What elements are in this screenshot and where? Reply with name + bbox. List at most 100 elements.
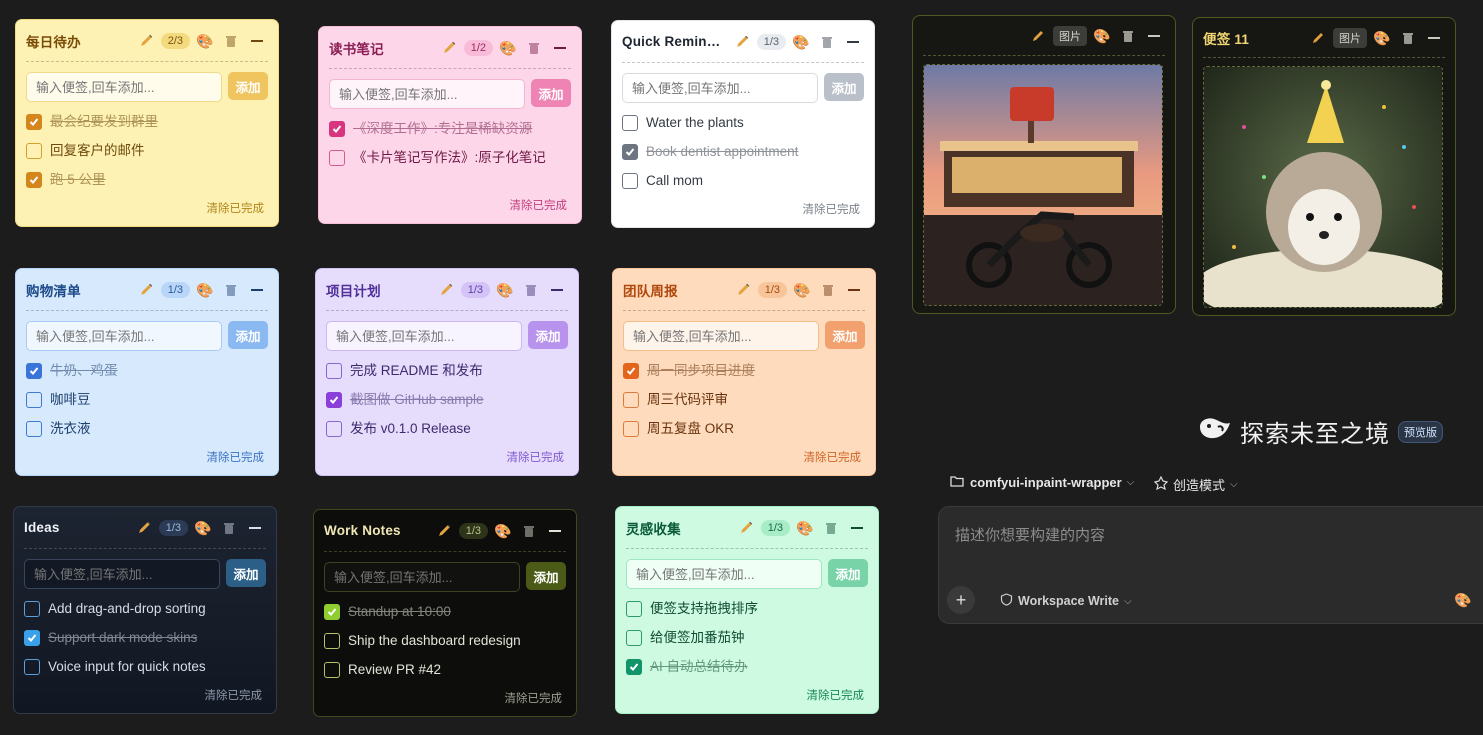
note-card[interactable]: Quick Reminders 1/3🎨 添加 Water the plants Boo…: [611, 20, 875, 228]
note-input[interactable]: [324, 562, 520, 592]
palette-icon[interactable]: 🎨: [497, 37, 519, 59]
minimize-icon[interactable]: [1143, 25, 1165, 47]
todo-item[interactable]: Review PR #42: [324, 660, 566, 679]
note-card[interactable]: 购物清单 1/3🎨 添加牛奶、鸡蛋咖啡豆洗衣液清除已完成: [15, 268, 279, 476]
todo-item[interactable]: Add drag-and-drop sorting: [24, 599, 266, 618]
checkbox[interactable]: [24, 659, 40, 675]
todo-item[interactable]: 最会纪要发到群里: [26, 112, 268, 131]
note-card[interactable]: Ideas 1/3🎨 添加 Add drag-and-drop sorting Supp…: [13, 506, 277, 714]
add-button[interactable]: 添加: [825, 321, 865, 349]
note-input[interactable]: [26, 72, 222, 102]
palette-icon[interactable]: 🎨: [791, 279, 813, 301]
note-title[interactable]: Ideas: [24, 520, 130, 535]
add-button[interactable]: 添加: [228, 321, 268, 349]
checked-checkbox[interactable]: [26, 363, 42, 379]
mode-selector[interactable]: 创造模式 ⌵: [1153, 475, 1238, 494]
checked-checkbox[interactable]: [626, 659, 642, 675]
minimize-icon[interactable]: [843, 279, 865, 301]
clear-completed-button[interactable]: 清除已完成: [205, 687, 263, 703]
todo-item[interactable]: Call mom: [622, 171, 864, 190]
note-title[interactable]: 项目计划: [326, 280, 432, 300]
edit-icon[interactable]: [136, 30, 158, 52]
minimize-icon[interactable]: [1423, 27, 1445, 49]
todo-item[interactable]: Support dark mode skins: [24, 628, 266, 647]
note-input[interactable]: [626, 559, 822, 589]
checked-checkbox[interactable]: [324, 604, 340, 620]
note-input[interactable]: [26, 321, 222, 351]
note-card[interactable]: 项目计划 1/3🎨 添加完成 README 和发布截图做 GitHub sample…: [315, 268, 579, 476]
trash-icon[interactable]: [1117, 25, 1139, 47]
palette-icon[interactable]: 🎨: [192, 517, 214, 539]
trash-icon[interactable]: [817, 279, 839, 301]
edit-icon[interactable]: [736, 517, 758, 539]
todo-item[interactable]: 完成 README 和发布: [326, 361, 568, 380]
note-title[interactable]: 灵感收集: [626, 518, 732, 538]
note-title[interactable]: 读书笔记: [329, 38, 435, 58]
image-note-card[interactable]: 图片 🎨: [912, 15, 1176, 314]
add-button[interactable]: 添加: [531, 79, 571, 107]
todo-item[interactable]: 便签支持拖拽排序: [626, 599, 868, 618]
note-input[interactable]: [623, 321, 819, 351]
checkbox[interactable]: [622, 115, 638, 131]
checked-checkbox[interactable]: [26, 114, 42, 130]
trash-icon[interactable]: [820, 517, 842, 539]
todo-item[interactable]: 咖啡豆: [26, 390, 268, 409]
add-button[interactable]: 添加: [824, 73, 864, 101]
checkbox[interactable]: [623, 392, 639, 408]
prompt-composer[interactable]: 描述你想要构建的内容 + Workspace Write ⌵ 🎨: [938, 506, 1483, 624]
checked-checkbox[interactable]: [329, 121, 345, 137]
note-card[interactable]: 灵感收集 1/3🎨 添加便签支持拖拽排序给便签加番茄钟 AI 自动总结待办清除已完成: [615, 506, 879, 714]
trash-icon[interactable]: [816, 31, 838, 53]
note-input[interactable]: [329, 79, 525, 109]
todo-item[interactable]: 《卡片笔记写作法》:原子化笔记: [329, 148, 571, 167]
note-input[interactable]: [622, 73, 818, 103]
todo-item[interactable]: Water the plants: [622, 113, 864, 132]
todo-item[interactable]: 发布 v0.1.0 Release: [326, 419, 568, 438]
todo-item[interactable]: 回复客户的邮件: [26, 141, 268, 160]
trash-icon[interactable]: [523, 37, 545, 59]
checked-checkbox[interactable]: [623, 363, 639, 379]
checkbox[interactable]: [626, 630, 642, 646]
todo-item[interactable]: 跑 5 公里: [26, 170, 268, 189]
todo-item[interactable]: 周一同步项目进度: [623, 361, 865, 380]
checkbox[interactable]: [24, 601, 40, 617]
checked-checkbox[interactable]: [326, 392, 342, 408]
note-card[interactable]: 读书笔记 1/2🎨 添加《深度工作》:专注是稀缺资源《卡片笔记写作法》:原子化笔记清…: [318, 26, 582, 224]
todo-item[interactable]: Voice input for quick notes: [24, 657, 266, 676]
edit-icon[interactable]: [436, 279, 458, 301]
checked-checkbox[interactable]: [26, 172, 42, 188]
clear-completed-button[interactable]: 清除已完成: [207, 200, 265, 216]
todo-item[interactable]: Standup at 10:00: [324, 602, 566, 621]
edit-icon[interactable]: [434, 520, 456, 542]
checkbox[interactable]: [324, 662, 340, 678]
palette-icon[interactable]: 🎨: [492, 520, 514, 542]
palette-icon[interactable]: 🎨: [1454, 592, 1471, 609]
note-title[interactable]: 每日待办: [26, 31, 132, 51]
note-title[interactable]: 购物清单: [26, 280, 132, 300]
todo-item[interactable]: 给便签加番茄钟: [626, 628, 868, 647]
clear-completed-button[interactable]: 清除已完成: [804, 449, 862, 465]
note-input[interactable]: [326, 321, 522, 351]
minimize-icon[interactable]: [846, 517, 868, 539]
clear-completed-button[interactable]: 清除已完成: [807, 687, 865, 703]
edit-icon[interactable]: [732, 31, 754, 53]
checked-checkbox[interactable]: [622, 144, 638, 160]
add-button[interactable]: 添加: [528, 321, 568, 349]
clear-completed-button[interactable]: 清除已完成: [507, 449, 565, 465]
trash-icon[interactable]: [220, 30, 242, 52]
checkbox[interactable]: [623, 421, 639, 437]
minimize-icon[interactable]: [246, 279, 268, 301]
note-input[interactable]: [24, 559, 220, 589]
todo-item[interactable]: 周五复盘 OKR: [623, 419, 865, 438]
checkbox[interactable]: [329, 150, 345, 166]
checked-checkbox[interactable]: [24, 630, 40, 646]
trash-icon[interactable]: [220, 279, 242, 301]
note-title[interactable]: Quick Reminders: [622, 34, 728, 49]
permission-selector[interactable]: Workspace Write ⌵: [1000, 593, 1132, 609]
trash-icon[interactable]: [218, 517, 240, 539]
todo-item[interactable]: 《深度工作》:专注是稀缺资源: [329, 119, 571, 138]
checkbox[interactable]: [626, 601, 642, 617]
trash-icon[interactable]: [520, 279, 542, 301]
palette-icon[interactable]: 🎨: [194, 279, 216, 301]
palette-icon[interactable]: 🎨: [494, 279, 516, 301]
